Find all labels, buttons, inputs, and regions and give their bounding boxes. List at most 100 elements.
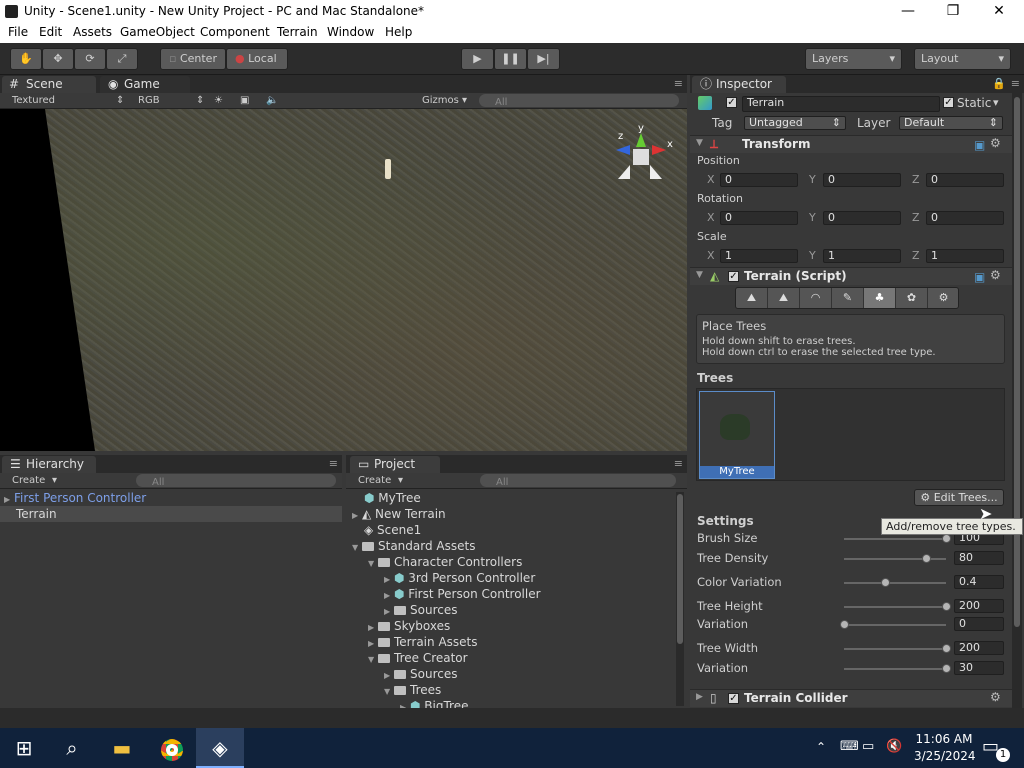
inspector-scrollbar[interactable] <box>1012 93 1022 708</box>
collapse-arrow-icon[interactable]: ▼ <box>696 270 703 280</box>
clock-date[interactable]: 3/25/2024 <box>914 749 976 763</box>
scale-tool-button[interactable]: ⤢ <box>106 48 138 70</box>
tab-scene[interactable]: # Scene <box>2 76 96 93</box>
speaker-muted-icon[interactable]: 🔇 <box>886 739 902 754</box>
terrain-enabled-checkbox[interactable]: ✓ <box>728 271 739 282</box>
project-item-new-terrain[interactable]: ▶ ◭ New Terrain <box>346 506 446 522</box>
project-create-dropdown[interactable]: Create <box>358 475 391 486</box>
project-folder-character-controllers[interactable]: ▼ Character Controllers <box>346 554 522 570</box>
terrain-script-header[interactable]: ▼ ◭ ✓ Terrain (Script) ▣ ⚙ <box>690 267 1012 285</box>
setting-value-field[interactable]: 200 <box>954 641 1004 655</box>
clock-time[interactable]: 11:06 AM <box>914 732 974 746</box>
hierarchy-create-dropdown[interactable]: Create <box>12 475 45 486</box>
gizmo-z-arrow[interactable] <box>616 145 630 155</box>
setting-value-field[interactable]: 80 <box>954 551 1004 565</box>
menu-help[interactable]: Help <box>385 25 412 39</box>
paint-details-icon[interactable]: ✿ <box>896 288 928 308</box>
project-scrollbar[interactable] <box>676 492 684 706</box>
project-item-scene1[interactable]: ◈ Scene1 <box>346 522 421 538</box>
terrain-settings-gear-icon[interactable]: ⚙ <box>928 288 959 308</box>
network-icon[interactable]: ⌨ <box>840 739 859 754</box>
gizmos-dropdown[interactable]: Gizmos <box>422 95 459 106</box>
move-tool-button[interactable]: ✥ <box>42 48 74 70</box>
panel-menu-icon[interactable]: ≡ <box>329 457 338 470</box>
help-book-icon[interactable]: ▣ <box>974 270 985 284</box>
maximize-button[interactable]: ❐ <box>930 0 976 23</box>
file-explorer-icon[interactable]: ▬ <box>98 728 146 768</box>
pivot-center-button[interactable]: ▫ Center <box>160 48 226 70</box>
minimize-button[interactable]: — <box>885 0 931 23</box>
hierarchy-search-input[interactable]: All <box>136 474 336 488</box>
transform-header[interactable]: ▼ ⟂ Transform ▣ ⚙ <box>690 135 1012 153</box>
scale-y-field[interactable]: 1 <box>823 249 901 263</box>
gear-icon[interactable]: ⚙ <box>990 136 1001 150</box>
position-z-field[interactable]: 0 <box>926 173 1004 187</box>
object-name-field[interactable]: Terrain <box>742 96 940 112</box>
tab-hierarchy[interactable]: ☰ Hierarchy <box>2 456 96 473</box>
paint-height-icon[interactable]: ⛰ <box>768 288 800 308</box>
lighting-toggle-icon[interactable]: ☀ <box>214 95 223 106</box>
setting-value-field[interactable]: 200 <box>954 599 1004 613</box>
help-book-icon[interactable]: ▣ <box>974 138 985 152</box>
chrome-icon[interactable] <box>148 728 196 768</box>
setting-value-field[interactable]: 0 <box>954 617 1004 631</box>
unity-taskbar-icon[interactable]: ◈ <box>196 728 244 768</box>
layout-dropdown[interactable]: Layout ▾ <box>914 48 1011 70</box>
search-icon[interactable]: ⌕ <box>48 728 96 768</box>
setting-slider-knob[interactable] <box>922 554 931 563</box>
panel-menu-icon[interactable]: ≡ <box>674 77 683 90</box>
setting-slider-track[interactable] <box>844 538 946 540</box>
place-trees-icon[interactable]: ♣ <box>864 288 896 308</box>
project-scrollbar-thumb[interactable] <box>677 494 683 644</box>
tab-game[interactable]: ◉ Game <box>100 76 190 93</box>
scene-search-input[interactable]: All <box>479 94 679 108</box>
tree-thumbnail-mytree[interactable]: MyTree <box>699 391 775 479</box>
setting-value-field[interactable]: 30 <box>954 661 1004 675</box>
scale-x-field[interactable]: 1 <box>720 249 798 263</box>
project-item-first-person-controller[interactable]: ▶ ⬢ First Person Controller <box>346 586 541 602</box>
gear-icon[interactable]: ⚙ <box>990 268 1001 282</box>
menu-window[interactable]: Window <box>327 25 374 39</box>
tag-dropdown[interactable]: Untagged ⇕ <box>744 116 846 130</box>
setting-slider-knob[interactable] <box>942 602 951 611</box>
setting-slider-knob[interactable] <box>881 578 890 587</box>
step-button[interactable]: ▶| <box>527 48 560 70</box>
windows-start-icon[interactable]: ⊞ <box>0 728 48 768</box>
audio-toggle-icon[interactable]: 🔈 <box>266 95 278 106</box>
menu-component[interactable]: Component <box>200 25 270 39</box>
pause-button[interactable]: ❚❚ <box>494 48 527 70</box>
project-folder-tree-creator[interactable]: ▼ Tree Creator <box>346 650 468 666</box>
panel-menu-icon[interactable]: ≡ <box>1011 77 1020 90</box>
tab-inspector[interactable]: ⓘ Inspector <box>692 76 786 93</box>
project-item-bigtree[interactable]: ▶ ⬢ BigTree <box>346 698 468 708</box>
raise-lower-terrain-icon[interactable]: ⛰ <box>736 288 768 308</box>
setting-slider-track[interactable] <box>844 624 946 626</box>
project-search-input[interactable]: All <box>480 474 676 488</box>
close-button[interactable]: ✕ <box>976 0 1022 23</box>
layers-dropdown[interactable]: Layers ▾ <box>805 48 902 70</box>
image-effects-icon[interactable]: ▣ <box>240 95 249 106</box>
project-item-3rd-person-controller[interactable]: ▶ ⬢ 3rd Person Controller <box>346 570 535 586</box>
display-icon[interactable]: ▭ <box>862 739 874 754</box>
setting-slider-knob[interactable] <box>942 664 951 673</box>
paint-texture-icon[interactable]: ✎ <box>832 288 864 308</box>
setting-slider-knob[interactable] <box>942 534 951 543</box>
rotation-z-field[interactable]: 0 <box>926 211 1004 225</box>
hand-tool-button[interactable]: ✋ <box>10 48 42 70</box>
terrain-collider-checkbox[interactable]: ✓ <box>728 693 739 704</box>
menu-gameobject[interactable]: GameObject <box>120 25 195 39</box>
chevron-up-icon[interactable]: ⌃ <box>816 740 826 754</box>
gizmo-x-arrow[interactable] <box>652 145 666 155</box>
setting-slider-track[interactable] <box>844 582 946 584</box>
project-folder-sources[interactable]: ▶ Sources <box>346 602 457 618</box>
rotation-y-field[interactable]: 0 <box>823 211 901 225</box>
project-folder-terrain-assets[interactable]: ▶ Terrain Assets <box>346 634 478 650</box>
active-checkbox[interactable]: ✓ <box>726 97 737 108</box>
hierarchy-item-first-person-controller[interactable]: ▶ First Person Controller <box>0 490 342 506</box>
project-folder-trees[interactable]: ▼ Trees <box>346 682 441 698</box>
collapse-arrow-icon[interactable]: ▼ <box>696 138 703 148</box>
static-checkbox[interactable]: ✓ <box>943 97 954 108</box>
render-mode-dropdown[interactable]: Textured <box>12 95 55 106</box>
setting-value-field[interactable]: 0.4 <box>954 575 1004 589</box>
layer-dropdown[interactable]: Default ⇕ <box>899 116 1003 130</box>
